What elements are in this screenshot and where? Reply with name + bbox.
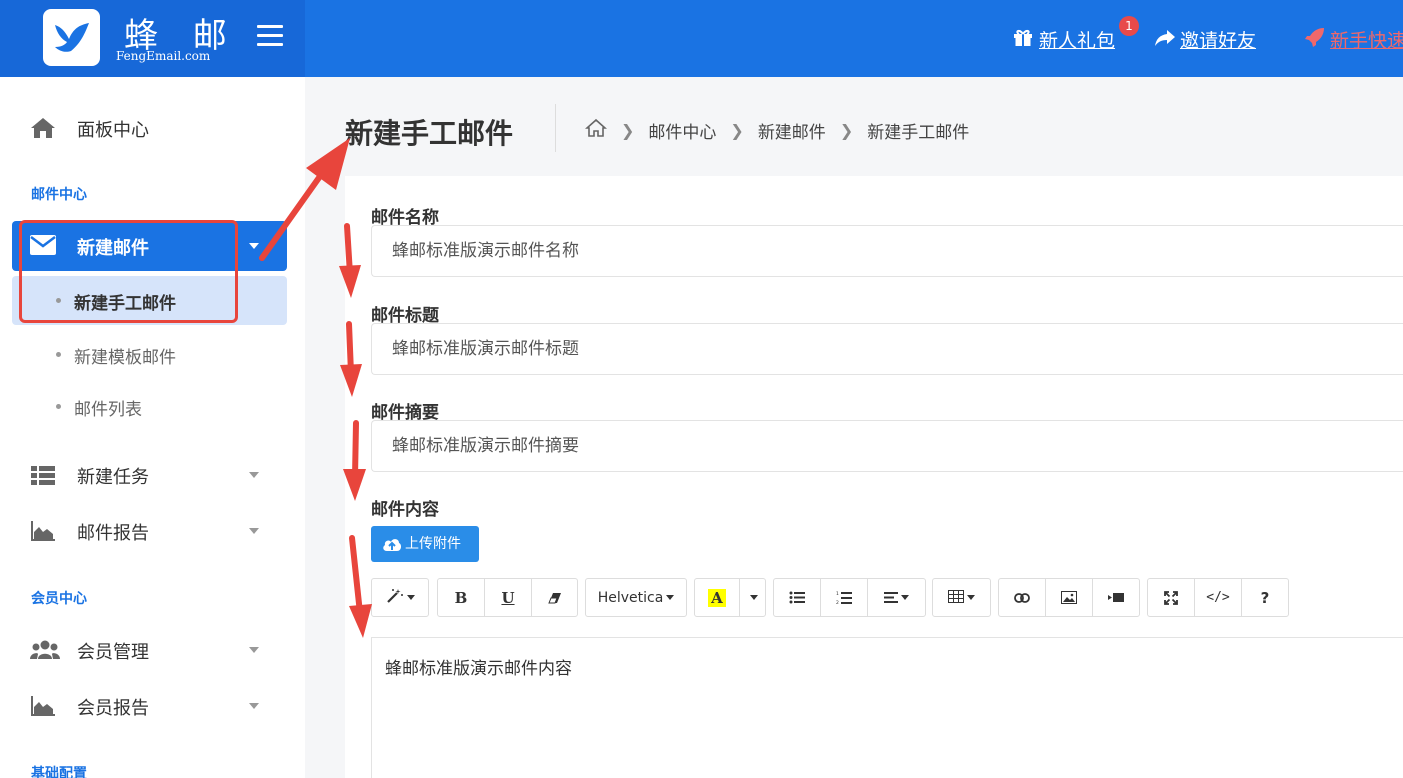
annotation-highlight-box: [19, 220, 238, 323]
chevron-down-icon: [249, 243, 259, 249]
align-dropdown[interactable]: [868, 579, 925, 616]
breadcrumb-item[interactable]: 邮件中心: [648, 118, 716, 143]
gift-label: 新人礼包: [1039, 30, 1116, 52]
section-mail-center: 邮件中心: [31, 187, 87, 203]
underline-icon[interactable]: U: [485, 579, 532, 616]
toolbar-color-group: A: [694, 578, 766, 617]
quickstart-label: 新手快速: [1330, 30, 1403, 52]
sidebar-item-member-manage[interactable]: 会员管理: [12, 625, 287, 675]
toolbar-font-group: Helvetica: [585, 578, 687, 617]
toolbar-view-group: </> ?: [1147, 578, 1289, 617]
area-chart-icon: [30, 520, 56, 542]
top-bar: 蜂 邮 FengEmail.com 新人礼包 1 邀请好友 新手快速: [0, 0, 1403, 77]
toolbar-style-group: [371, 578, 429, 617]
menu-toggle-icon[interactable]: [257, 25, 283, 46]
chevron-down-icon: [249, 703, 259, 709]
logo-domain: FengEmail.com: [116, 49, 211, 63]
numbered-list-icon[interactable]: 12: [821, 579, 868, 616]
magic-style-button[interactable]: [372, 579, 428, 616]
quickstart-link[interactable]: 新手快速: [1304, 26, 1403, 53]
image-icon[interactable]: [1046, 579, 1093, 616]
chevron-right-icon: ❯: [621, 121, 635, 140]
chevron-down-icon: [406, 595, 415, 600]
link-icon[interactable]: [999, 579, 1046, 616]
chevron-down-icon: [750, 595, 758, 600]
gift-badge: 1: [1119, 16, 1139, 36]
toolbar-format-group: B U: [437, 578, 578, 617]
mail-name-input[interactable]: 蜂邮标准版演示邮件名称: [371, 225, 1403, 277]
bird-logo-icon[interactable]: [43, 9, 100, 66]
home-icon[interactable]: [584, 118, 608, 143]
breadcrumb-item: 新建手工邮件: [867, 123, 970, 143]
section-member-center: 会员中心: [31, 591, 87, 607]
chevron-down-icon: [249, 528, 259, 534]
mail-content-editor[interactable]: 蜂邮标准版演示邮件内容: [371, 637, 1403, 778]
page-title: 新建手工邮件: [345, 117, 514, 150]
sidebar-item-mail-list[interactable]: 邮件列表: [12, 382, 287, 431]
fullscreen-icon[interactable]: [1148, 579, 1195, 616]
share-arrow-icon: [1154, 29, 1176, 52]
chevron-right-icon: ❯: [839, 121, 854, 140]
code-view-icon[interactable]: </>: [1195, 579, 1242, 616]
area-chart-icon: [30, 695, 56, 717]
gift-link[interactable]: 新人礼包: [1013, 26, 1115, 53]
svg-text:1: 1: [836, 591, 839, 597]
eraser-icon[interactable]: [532, 579, 577, 616]
toolbar-paragraph-group: 12: [773, 578, 926, 617]
text-color-icon[interactable]: A: [695, 579, 740, 616]
users-icon: [30, 639, 60, 661]
gift-icon: [1013, 28, 1035, 52]
magic-wand-icon: [386, 588, 404, 608]
chevron-down-icon: [666, 595, 675, 600]
video-icon[interactable]: [1093, 579, 1139, 616]
rocket-icon: [1304, 27, 1326, 52]
chevron-down-icon: [967, 595, 975, 600]
color-dropdown-button[interactable]: [740, 579, 765, 616]
mail-summary-input[interactable]: 蜂邮标准版演示邮件摘要: [371, 420, 1403, 472]
help-icon[interactable]: ?: [1242, 579, 1288, 616]
invite-label: 邀请好友: [1180, 30, 1257, 52]
chevron-down-icon: [249, 472, 259, 478]
svg-text:2: 2: [836, 600, 839, 605]
table-icon: [948, 589, 964, 607]
breadcrumb: ❯ 邮件中心 ❯ 新建邮件 ❯ 新建手工邮件: [584, 118, 970, 143]
editor-content: 蜂邮标准版演示邮件内容: [385, 659, 572, 679]
logo-area: 蜂 邮 FengEmail.com: [0, 0, 305, 77]
home-icon: [30, 117, 56, 139]
invite-link[interactable]: 邀请好友: [1154, 26, 1256, 53]
list-icon: [30, 464, 56, 486]
sidebar-item-member-report[interactable]: 会员报告: [12, 681, 287, 731]
toolbar-insert-group: [998, 578, 1140, 617]
chevron-down-icon: [249, 647, 259, 653]
sidebar-item-mail-report[interactable]: 邮件报告: [12, 506, 287, 556]
align-left-icon: [884, 589, 898, 607]
sidebar-item-dashboard[interactable]: 面板中心: [12, 103, 287, 153]
bold-icon[interactable]: B: [438, 579, 485, 616]
sidebar-item-new-task[interactable]: 新建任务: [12, 450, 287, 500]
chevron-right-icon: ❯: [730, 121, 744, 140]
toolbar-table-group: [932, 578, 991, 617]
section-base-config: 基础配置: [31, 766, 87, 778]
mail-subject-input[interactable]: 蜂邮标准版演示邮件标题: [371, 323, 1403, 375]
font-family-dropdown[interactable]: Helvetica: [586, 579, 686, 616]
table-dropdown[interactable]: [933, 579, 990, 616]
upload-label: 上传附件: [405, 536, 461, 552]
breadcrumb-item[interactable]: 新建邮件: [758, 118, 826, 143]
bullet-list-icon[interactable]: [774, 579, 821, 616]
upload-attachment-button[interactable]: 上传附件: [371, 526, 479, 562]
mail-content-label: 邮件内容: [371, 500, 439, 520]
sidebar-item-new-template-mail[interactable]: 新建模板邮件: [12, 330, 287, 379]
chevron-down-icon: [901, 595, 909, 600]
